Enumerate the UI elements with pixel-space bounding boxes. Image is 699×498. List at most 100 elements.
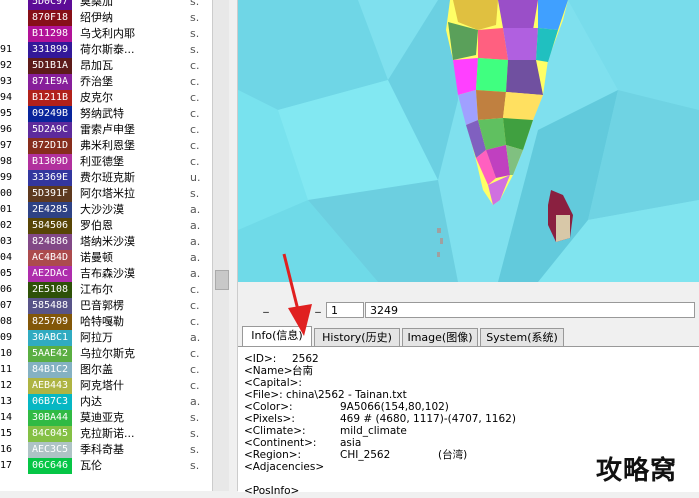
watermark-logo: 攻略窝 — [596, 456, 678, 486]
province-row[interactable]: 93 871E9A 乔治堡 c. — [0, 74, 212, 90]
province-row[interactable]: 04 AC4B4D 诺曼顿 a. — [0, 250, 212, 266]
province-type: s. — [190, 43, 200, 56]
province-type: a. — [190, 251, 201, 264]
province-name: 瓦伦 — [80, 459, 102, 472]
province-row[interactable]: B11298 乌戈利内耶 s. — [0, 26, 212, 42]
province-name: 皮克尔 — [80, 91, 113, 104]
province-row[interactable]: 94 B1211B 皮克尔 c. — [0, 90, 212, 106]
province-row[interactable]: 17 06C646 瓦伦 s. — [0, 458, 212, 474]
province-row[interactable]: 97 872D1D 弗米利恩堡 c. — [0, 138, 212, 154]
list-scrollbar[interactable] — [212, 0, 230, 491]
province-row[interactable]: 03 824886 塔纳米沙漠 a. — [0, 234, 212, 250]
province-type: a. — [190, 267, 201, 280]
province-row-index: 01 — [0, 204, 13, 215]
tab-info[interactable]: Info(信息) — [242, 326, 312, 347]
province-color-swatch: AEB443 — [28, 378, 72, 394]
tab-system[interactable]: System(系统) — [480, 328, 564, 347]
province-color-swatch: 585488 — [28, 298, 72, 314]
province-name: 哈特嘎勒 — [80, 315, 124, 328]
tab-history[interactable]: History(历史) — [314, 328, 400, 347]
index-field[interactable]: 1 — [326, 302, 364, 318]
province-row[interactable]: 13 06B7C3 内达 a. — [0, 394, 212, 410]
province-type: a. — [190, 219, 201, 232]
province-color-swatch: AE2DAC — [28, 266, 72, 282]
province-list[interactable]: 5D0C97 莫桑加 s. 870F18 绍伊纳 s. B11298 乌戈利内耶 s. 91 331… — [0, 0, 212, 491]
province-color-swatch: B11298 — [28, 26, 72, 42]
tab-image[interactable]: Image(图像) — [402, 328, 478, 347]
province-name: 莫迪亚克 — [80, 411, 124, 424]
province-row[interactable]: 16 AEC3C5 季科奇基 s. — [0, 442, 212, 458]
province-color-swatch: 84B1C2 — [28, 362, 72, 378]
province-type: s. — [190, 187, 200, 200]
province-type: a. — [190, 203, 201, 216]
posinfo-label: <PosInfo> — [244, 485, 300, 497]
nav-button-2[interactable]: _ — [310, 300, 326, 318]
province-row-index: 12 — [0, 380, 13, 391]
panel-splitter[interactable] — [229, 0, 238, 491]
province-row-index: 13 — [0, 396, 13, 407]
province-row-index: 98 — [0, 156, 13, 167]
province-row[interactable]: 96 5D2A9C 雷索卢申堡 c. — [0, 122, 212, 138]
province-color-swatch: 5AAE42 — [28, 346, 72, 362]
province-row[interactable]: 08 825709 哈特嘎勒 c. — [0, 314, 212, 330]
region-value: CHI_2562 — [340, 449, 391, 461]
province-name: 莫桑加 — [80, 0, 113, 8]
province-row[interactable]: 00 5D391F 阿尔塔米拉 s. — [0, 186, 212, 202]
province-row[interactable]: 870F18 绍伊纳 s. — [0, 10, 212, 26]
province-type: c. — [190, 379, 200, 392]
province-name: 弗米利恩堡 — [80, 139, 135, 152]
province-type: c. — [190, 123, 200, 136]
province-row-index: 97 — [0, 140, 13, 151]
province-color-swatch: 5D0C97 — [28, 0, 72, 10]
province-color-swatch: 5D1B1A — [28, 58, 72, 74]
province-row[interactable]: 01 2E4285 大沙沙漠 a. — [0, 202, 212, 218]
province-type: s. — [190, 411, 200, 424]
province-type: c. — [190, 299, 200, 312]
province-row[interactable]: 11 84B1C2 图尔盖 c. — [0, 362, 212, 378]
province-row-index: 11 — [0, 364, 13, 375]
control-bar: _ _ 1 3249 — [238, 282, 699, 320]
province-row[interactable]: 5D0C97 莫桑加 s. — [0, 0, 212, 10]
province-row-index: 96 — [0, 124, 13, 135]
province-row[interactable]: 12 AEB443 阿克塔什 c. — [0, 378, 212, 394]
province-row[interactable]: 91 331899 荷尔斯泰... s. — [0, 42, 212, 58]
province-type: c. — [190, 155, 200, 168]
province-row-index: 07 — [0, 300, 13, 311]
province-color-swatch: 2E4285 — [28, 202, 72, 218]
province-row-index: 94 — [0, 92, 13, 103]
province-row[interactable]: 98 B1309D 利亚德堡 c. — [0, 154, 212, 170]
province-row[interactable]: 09 30ABC1 阿拉万 a. — [0, 330, 212, 346]
province-row[interactable]: 15 84C045 克拉斯诺... s. — [0, 426, 212, 442]
province-row[interactable]: 02 584506 罗伯恩 a. — [0, 218, 212, 234]
province-row-index: 91 — [0, 44, 13, 55]
province-type: s. — [190, 427, 200, 440]
province-type: c. — [190, 75, 200, 88]
province-row-index: 02 — [0, 220, 13, 231]
province-row[interactable]: 07 585488 巴音郭楞 c. — [0, 298, 212, 314]
province-name: 阿克塔什 — [80, 379, 124, 392]
province-row[interactable]: 05 AE2DAC 吉布森沙漠 a. — [0, 266, 212, 282]
province-row[interactable]: 06 2E5108 江布尔 c. — [0, 282, 212, 298]
province-type: c. — [190, 347, 200, 360]
province-id-field[interactable]: 3249 — [365, 302, 695, 318]
province-name: 乔治堡 — [80, 75, 113, 88]
province-color-swatch: 5D391F — [28, 186, 72, 202]
province-type: a. — [190, 235, 201, 248]
tab-bar: Info(信息) History(历史) Image(图像) System(系统… — [238, 326, 699, 347]
province-type: s. — [190, 27, 200, 40]
province-row-index: 04 — [0, 252, 13, 263]
province-row[interactable]: 92 5D1B1A 昂加瓦 c. — [0, 58, 212, 74]
map-view[interactable] — [238, 0, 699, 282]
province-row[interactable]: 10 5AAE42 乌拉尔斯克 c. — [0, 346, 212, 362]
province-row[interactable]: 14 30BA44 莫迪亚克 s. — [0, 410, 212, 426]
province-row-index: 15 — [0, 428, 13, 439]
province-row-index: 09 — [0, 332, 13, 343]
province-row[interactable]: 99 33369E 费尔班克斯 u. — [0, 170, 212, 186]
province-name: 努纳武特 — [80, 107, 124, 120]
province-type: c. — [190, 315, 200, 328]
nav-button-1[interactable]: _ — [258, 300, 274, 318]
list-scroll-thumb[interactable] — [215, 270, 229, 290]
province-row[interactable]: 95 09249B 努纳武特 c. — [0, 106, 212, 122]
province-name: 巴音郭楞 — [80, 299, 124, 312]
province-type: s. — [190, 0, 200, 8]
